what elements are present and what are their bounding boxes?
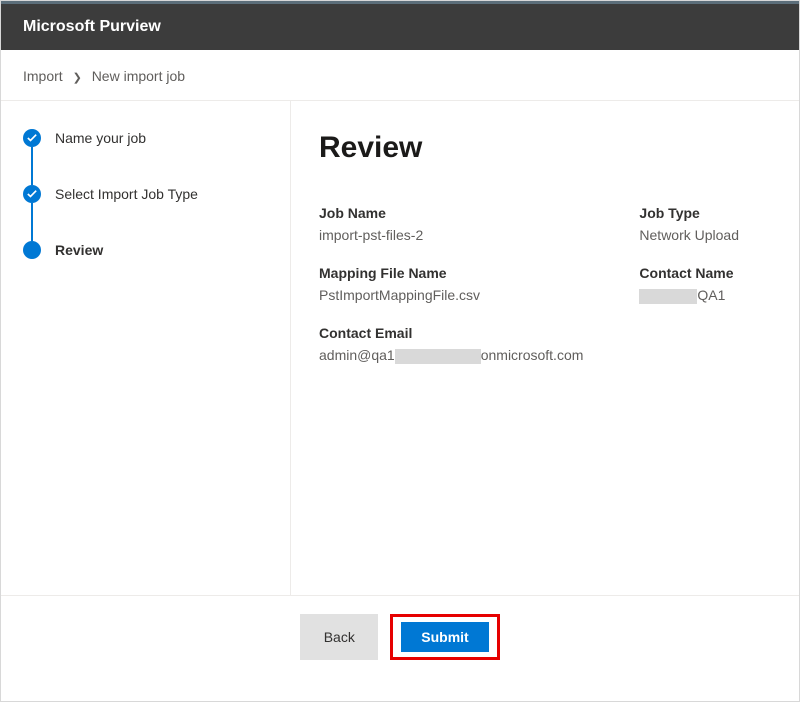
field-value: Network Upload bbox=[639, 227, 739, 243]
field-label: Contact Name bbox=[639, 265, 739, 281]
contact-name-suffix: QA1 bbox=[697, 287, 725, 303]
submit-highlight: Submit bbox=[390, 614, 499, 660]
content-area: Name your job Select Import Job Type Rev… bbox=[1, 100, 799, 595]
back-button[interactable]: Back bbox=[300, 614, 378, 660]
page-title: Review bbox=[319, 131, 771, 165]
field-label: Job Name bbox=[319, 205, 583, 221]
step-connector bbox=[31, 203, 33, 241]
details-grid: Job Name import-pst-files-2 Mapping File… bbox=[319, 205, 771, 364]
field-contact-email: Contact Email admin@qa1 onmicrosoft.com bbox=[319, 325, 583, 364]
field-value: admin@qa1 onmicrosoft.com bbox=[319, 347, 583, 364]
main-panel: Review Job Name import-pst-files-2 Mappi… bbox=[291, 101, 799, 595]
field-value: QA1 bbox=[639, 287, 739, 304]
footer-actions: Back Submit bbox=[1, 595, 799, 678]
step-label: Review bbox=[55, 242, 103, 258]
field-contact-name: Contact Name QA1 bbox=[639, 265, 739, 304]
field-value: import-pst-files-2 bbox=[319, 227, 583, 243]
email-suffix: onmicrosoft.com bbox=[481, 347, 584, 363]
field-job-type: Job Type Network Upload bbox=[639, 205, 739, 243]
field-mapping-file: Mapping File Name PstImportMappingFile.c… bbox=[319, 265, 583, 303]
field-label: Mapping File Name bbox=[319, 265, 583, 281]
step-label: Select Import Job Type bbox=[55, 186, 198, 202]
check-icon bbox=[23, 185, 41, 203]
redacted-segment bbox=[395, 349, 481, 364]
details-col-left: Job Name import-pst-files-2 Mapping File… bbox=[319, 205, 583, 364]
email-prefix: admin@qa1 bbox=[319, 347, 395, 363]
app-header: Microsoft Purview bbox=[1, 4, 799, 50]
field-value: PstImportMappingFile.csv bbox=[319, 287, 583, 303]
field-label: Job Type bbox=[639, 205, 739, 221]
step-review[interactable]: Review bbox=[23, 241, 268, 259]
step-connector bbox=[31, 147, 33, 185]
check-icon bbox=[23, 129, 41, 147]
current-step-icon bbox=[23, 241, 41, 259]
submit-button[interactable]: Submit bbox=[401, 622, 488, 652]
field-label: Contact Email bbox=[319, 325, 583, 341]
wizard-steps-sidebar: Name your job Select Import Job Type Rev… bbox=[1, 101, 291, 595]
breadcrumb: Import ❯ New import job bbox=[1, 50, 799, 100]
details-col-right: Job Type Network Upload Contact Name QA1 bbox=[639, 205, 739, 364]
step-select-import-type[interactable]: Select Import Job Type bbox=[23, 185, 268, 203]
chevron-right-icon: ❯ bbox=[73, 72, 82, 84]
step-label: Name your job bbox=[55, 130, 146, 146]
breadcrumb-current: New import job bbox=[92, 68, 185, 84]
app-title: Microsoft Purview bbox=[23, 18, 161, 35]
redacted-segment bbox=[639, 289, 697, 304]
step-name-your-job[interactable]: Name your job bbox=[23, 129, 268, 147]
breadcrumb-root[interactable]: Import bbox=[23, 68, 63, 84]
field-job-name: Job Name import-pst-files-2 bbox=[319, 205, 583, 243]
